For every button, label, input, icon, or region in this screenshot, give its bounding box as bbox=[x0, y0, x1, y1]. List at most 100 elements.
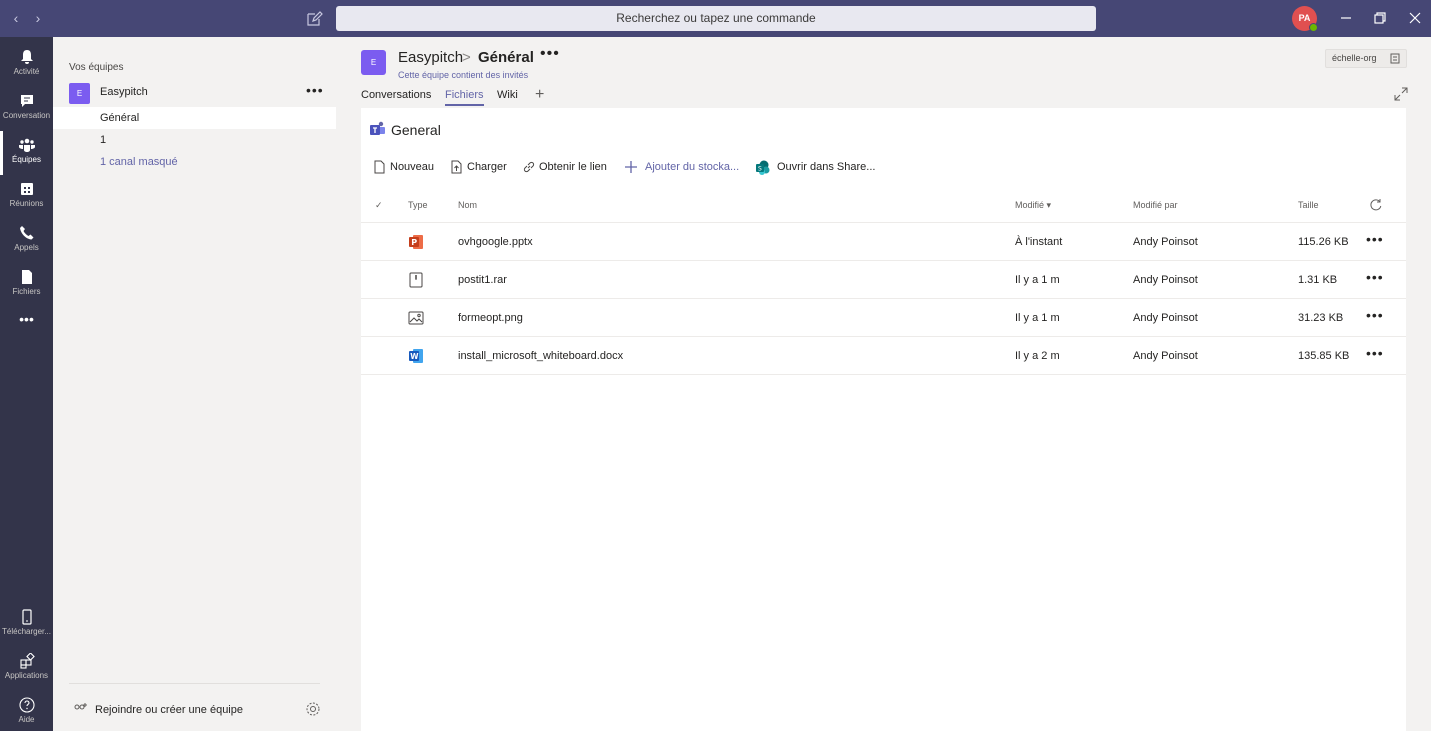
chat-icon bbox=[20, 95, 33, 107]
appbar-download[interactable]: Télécharger... bbox=[0, 603, 53, 647]
file-name[interactable]: ovhgoogle.pptx bbox=[458, 236, 533, 248]
file-modified-by: Andy Poinsot bbox=[1133, 312, 1198, 324]
file-modified: À l'instant bbox=[1015, 236, 1063, 248]
file-modified: Il y a 2 m bbox=[1015, 350, 1060, 362]
svg-text:P: P bbox=[411, 238, 417, 247]
column-name[interactable]: Nom bbox=[458, 200, 477, 210]
avatar-initials: PA bbox=[1298, 13, 1311, 23]
appbar-conversation[interactable]: Conversation bbox=[0, 87, 53, 131]
teams-header: Vos équipes bbox=[69, 62, 124, 73]
select-all-checkbox[interactable]: ✓ bbox=[375, 200, 383, 211]
appbar-label: Appels bbox=[14, 243, 39, 252]
channel-more-button[interactable]: ••• bbox=[540, 45, 560, 63]
file-more-button[interactable]: ••• bbox=[1366, 269, 1384, 285]
file-modified-by: Andy Poinsot bbox=[1133, 350, 1198, 362]
tab-wiki[interactable]: Wiki bbox=[497, 89, 518, 101]
file-name[interactable]: install_microsoft_whiteboard.docx bbox=[458, 350, 623, 362]
word-icon: W bbox=[409, 349, 423, 363]
upload-icon bbox=[451, 160, 462, 174]
breadcrumb-separator: > bbox=[462, 49, 471, 66]
back-button[interactable]: ‹ bbox=[8, 10, 24, 26]
add-storage-label: Ajouter du stocka... bbox=[645, 161, 740, 173]
file-name[interactable]: formeopt.png bbox=[458, 312, 523, 324]
title-bar: ‹ › Recherchez ou tapez une commande PA bbox=[0, 0, 1431, 37]
team-name: Easypitch bbox=[100, 86, 148, 98]
join-create-team-button[interactable]: Rejoindre ou créer une équipe bbox=[95, 704, 243, 716]
appbar-apps[interactable]: Applications bbox=[0, 647, 53, 691]
divider bbox=[69, 683, 320, 684]
avatar[interactable]: PA bbox=[1292, 6, 1318, 32]
mobile-icon bbox=[21, 609, 32, 625]
appbar-label: Télécharger... bbox=[2, 627, 51, 636]
file-more-button[interactable]: ••• bbox=[1366, 231, 1384, 247]
file-more-button[interactable]: ••• bbox=[1366, 345, 1384, 361]
org-chart-button[interactable]: échelle-org bbox=[1325, 49, 1407, 68]
plus-icon bbox=[625, 161, 637, 173]
appbar-teams[interactable]: Équipes bbox=[0, 131, 53, 175]
team-avatar: E bbox=[69, 83, 90, 104]
appbar-label: Réunions bbox=[9, 199, 44, 208]
column-modified[interactable]: Modifié ▾ bbox=[1015, 200, 1051, 211]
table-row[interactable]: postit1.rar Il y a 1 m Andy Poinsot 1.31… bbox=[361, 261, 1406, 298]
column-type[interactable]: Type bbox=[408, 200, 428, 210]
divider bbox=[361, 374, 1406, 375]
file-more-button[interactable]: ••• bbox=[1366, 307, 1384, 323]
teams-folder-icon bbox=[370, 121, 385, 135]
apps-icon bbox=[19, 653, 35, 669]
new-file-icon bbox=[374, 160, 385, 174]
appbar-more[interactable]: ••• bbox=[0, 311, 53, 335]
svg-text:S: S bbox=[758, 166, 762, 173]
appbar-help[interactable]: Aide bbox=[0, 691, 53, 731]
appbar-label: Fichiers bbox=[12, 287, 41, 296]
presence-indicator bbox=[1309, 23, 1318, 32]
table-row[interactable]: formeopt.png Il y a 1 m Andy Poinsot 31.… bbox=[361, 299, 1406, 336]
column-modified-by[interactable]: Modifié par bbox=[1133, 200, 1178, 210]
close-icon[interactable] bbox=[1406, 9, 1424, 27]
file-modified: Il y a 1 m bbox=[1015, 274, 1060, 286]
channel-item-general[interactable]: Général bbox=[53, 107, 336, 129]
tab-conversations[interactable]: Conversations bbox=[361, 89, 431, 101]
org-chart-icon bbox=[1390, 53, 1400, 64]
file-size: 115.26 KB bbox=[1298, 236, 1349, 248]
archive-icon bbox=[409, 272, 423, 288]
appbar-activity[interactable]: Activité bbox=[0, 43, 53, 87]
calendar-icon bbox=[20, 183, 33, 195]
image-icon bbox=[408, 311, 424, 325]
breadcrumb-channel: Général bbox=[478, 49, 534, 66]
gear-icon[interactable] bbox=[305, 701, 321, 717]
get-link-label: Obtenir le lien bbox=[539, 161, 607, 173]
tab-files[interactable]: Fichiers bbox=[445, 89, 484, 106]
powerpoint-icon: P bbox=[409, 235, 423, 249]
search-input[interactable]: Recherchez ou tapez une commande bbox=[336, 6, 1096, 31]
appbar-label: Équipes bbox=[12, 155, 41, 164]
breadcrumb-team[interactable]: Easypitch bbox=[398, 49, 463, 66]
add-tab-button[interactable]: + bbox=[535, 86, 544, 104]
phone-icon bbox=[19, 226, 33, 240]
forward-button[interactable]: › bbox=[30, 10, 46, 26]
appbar-calls[interactable]: Appels bbox=[0, 219, 53, 263]
file-size: 1.31 KB bbox=[1298, 274, 1338, 286]
sharepoint-icon: S bbox=[756, 160, 770, 175]
main-area: E Easypitch > Général ••• Cette équipe c… bbox=[336, 37, 1431, 731]
minimize-icon[interactable] bbox=[1337, 9, 1355, 27]
bell-icon bbox=[20, 50, 33, 64]
table-row[interactable]: P ovhgoogle.pptx À l'instant Andy Poinso… bbox=[361, 223, 1406, 260]
team-more-button[interactable]: ••• bbox=[306, 82, 324, 98]
appbar-files[interactable]: Fichiers bbox=[0, 263, 53, 307]
refresh-icon[interactable] bbox=[1369, 198, 1383, 212]
appbar-meetings[interactable]: Réunions bbox=[0, 175, 53, 219]
org-badge-label: échelle-org bbox=[1332, 53, 1377, 63]
team-item-easypitch[interactable]: E Easypitch ••• bbox=[53, 81, 336, 105]
hidden-channels-link[interactable]: 1 canal masqué bbox=[53, 151, 336, 173]
guest-notice-link[interactable]: Cette équipe contient des invités bbox=[398, 70, 528, 80]
compose-icon[interactable] bbox=[305, 10, 323, 28]
channel-item-1[interactable]: 1 bbox=[53, 129, 336, 151]
column-size[interactable]: Taille bbox=[1298, 200, 1319, 210]
file-name[interactable]: postit1.rar bbox=[458, 274, 507, 286]
appbar-label: Conversation bbox=[2, 111, 51, 120]
table-row[interactable]: W install_microsoft_whiteboard.docx Il y… bbox=[361, 337, 1406, 374]
restore-icon[interactable] bbox=[1371, 9, 1389, 27]
expand-icon[interactable] bbox=[1394, 87, 1408, 101]
files-content: General Nouveau Charger Obtenir le lien … bbox=[361, 108, 1406, 731]
appbar-label: Applications bbox=[4, 671, 49, 680]
